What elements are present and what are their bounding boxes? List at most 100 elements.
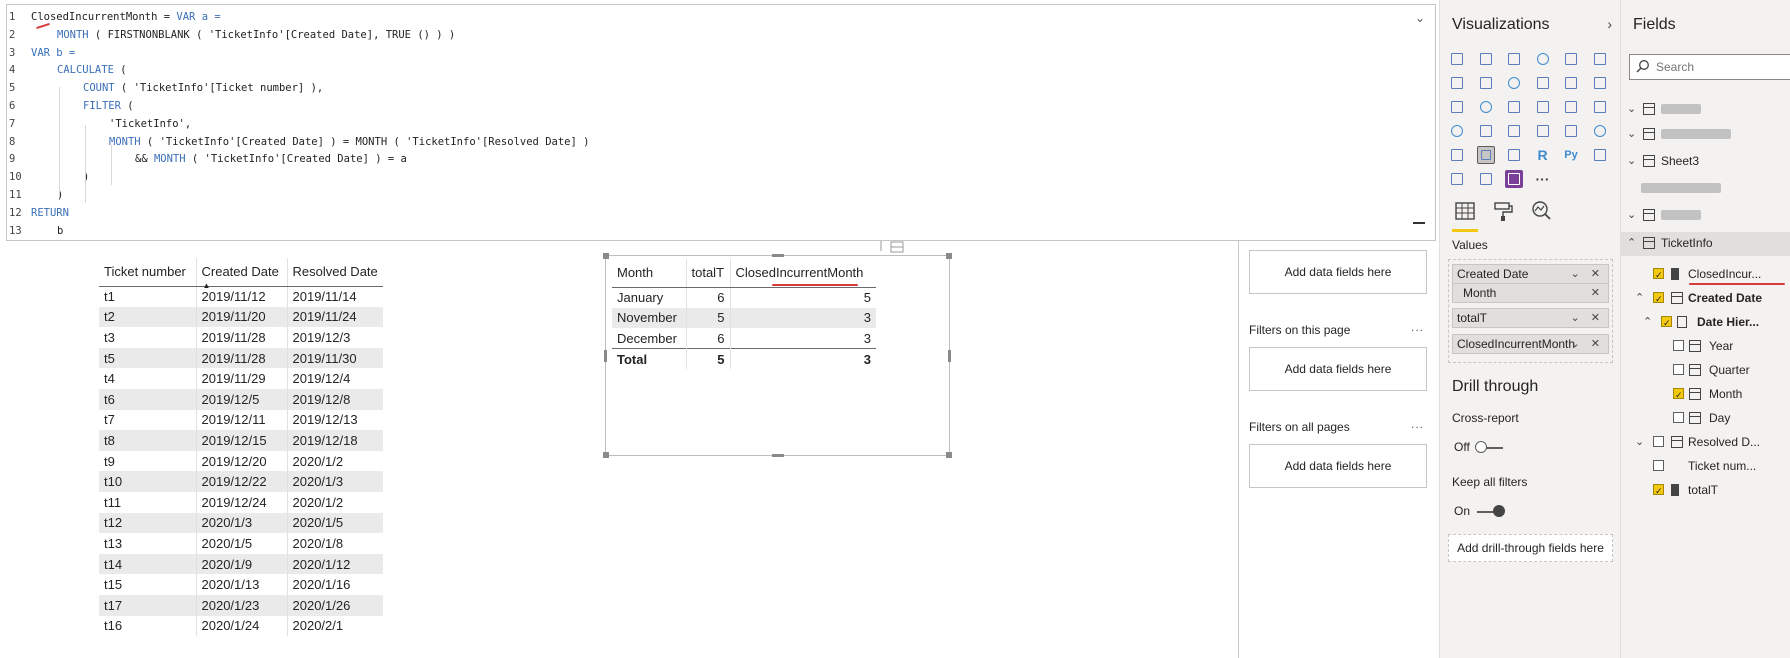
chevron-right-icon[interactable]: › bbox=[1607, 16, 1612, 32]
field-pill-controls[interactable]: ⌄ ✕ bbox=[1571, 335, 1605, 353]
matrix-visual[interactable]: Month totalT ClosedIncurrentMonth Januar… bbox=[603, 253, 952, 458]
ribbon-chart-icon[interactable] bbox=[1591, 74, 1609, 92]
table-row-redacted[interactable]: ⌄ bbox=[1621, 204, 1790, 226]
chevron-down-icon[interactable]: ⌄ bbox=[1627, 150, 1636, 172]
area-chart-icon[interactable] bbox=[1477, 74, 1495, 92]
field-quarter[interactable]: Quarter bbox=[1621, 359, 1790, 381]
code-line[interactable]: FILTER ( bbox=[83, 100, 134, 112]
chevron-down-icon[interactable]: ⌄ bbox=[1413, 11, 1427, 25]
table-row-ticketinfo[interactable]: ⌃ TicketInfo bbox=[1621, 232, 1790, 256]
field-day[interactable]: Day bbox=[1621, 407, 1790, 429]
field-totalt[interactable]: totalT bbox=[1621, 479, 1790, 502]
code-line[interactable]: VAR b = bbox=[31, 47, 75, 59]
keep-all-filters-toggle[interactable] bbox=[1475, 504, 1505, 520]
r-visual-icon[interactable]: R bbox=[1534, 146, 1552, 164]
clustered-column-chart-icon[interactable] bbox=[1534, 50, 1552, 68]
field-year[interactable]: Year bbox=[1621, 335, 1790, 357]
cross-report-toggle[interactable] bbox=[1475, 440, 1505, 456]
slicer-icon[interactable] bbox=[1448, 146, 1466, 164]
100-column-chart-icon[interactable] bbox=[1591, 50, 1609, 68]
matrix-header-totalt[interactable]: totalT bbox=[686, 259, 731, 288]
search-input[interactable] bbox=[1656, 58, 1786, 76]
matrix-row[interactable]: January 6 5 bbox=[612, 287, 876, 308]
code-line[interactable]: CALCULATE ( bbox=[57, 64, 127, 76]
chevron-up-icon[interactable]: ⌃ bbox=[1627, 232, 1636, 254]
matrix-row[interactable]: December 6 3 bbox=[612, 328, 876, 349]
resize-handle-bottom[interactable] bbox=[772, 454, 784, 457]
field-checkbox[interactable] bbox=[1653, 288, 1664, 310]
fields-tab[interactable] bbox=[1452, 198, 1478, 224]
field-checkbox[interactable] bbox=[1653, 460, 1664, 471]
kpi-icon[interactable] bbox=[1591, 122, 1609, 140]
code-line[interactable]: ) bbox=[57, 189, 63, 201]
field-checkbox[interactable] bbox=[1673, 384, 1684, 406]
field-checkbox[interactable] bbox=[1653, 436, 1664, 447]
donut-chart-icon[interactable] bbox=[1562, 98, 1580, 116]
field-ticket-number[interactable]: Ticket num... bbox=[1621, 455, 1790, 477]
resize-handle-tr[interactable] bbox=[946, 253, 952, 259]
visual-filters-drop-zone[interactable]: Add data fields here bbox=[1249, 250, 1427, 294]
100-bar-chart-icon[interactable] bbox=[1562, 50, 1580, 68]
table-row-redacted[interactable]: ⌄ bbox=[1621, 123, 1790, 145]
resize-handle-top[interactable] bbox=[772, 254, 784, 257]
remove-field-icon[interactable]: ✕ bbox=[1591, 284, 1604, 302]
code-line[interactable]: ) bbox=[83, 171, 89, 183]
table-icon[interactable] bbox=[1476, 146, 1495, 164]
field-pill-controls[interactable]: ⌄ ✕ bbox=[1571, 309, 1605, 327]
matrix-row[interactable]: November 5 3 bbox=[612, 307, 876, 329]
code-line[interactable]: b bbox=[57, 225, 63, 237]
field-pill-controls[interactable]: ⌄ ✕ bbox=[1571, 265, 1605, 283]
resize-handle-bl[interactable] bbox=[603, 452, 609, 458]
code-line[interactable]: COUNT ( 'TicketInfo'[Ticket number] ), bbox=[83, 82, 323, 94]
field-checkbox[interactable] bbox=[1653, 480, 1664, 502]
value-field-totalt[interactable]: totalT ⌄ ✕ bbox=[1452, 308, 1609, 328]
key-influencers-icon[interactable] bbox=[1591, 146, 1609, 164]
table-row-redacted[interactable] bbox=[1621, 177, 1790, 199]
line-clustered-column-chart-icon[interactable] bbox=[1562, 74, 1580, 92]
resize-handle-tl[interactable] bbox=[603, 253, 609, 259]
column-header-resolved-date[interactable]: Resolved Date bbox=[287, 258, 383, 287]
chevron-up-icon[interactable]: ⌃ bbox=[1635, 287, 1644, 309]
report-filters-drop-zone[interactable]: Add data fields here bbox=[1249, 444, 1427, 488]
field-resolved-date[interactable]: ⌄ Resolved D... bbox=[1621, 431, 1790, 453]
clustered-bar-chart-icon[interactable] bbox=[1505, 50, 1523, 68]
code-line[interactable]: 'TicketInfo', bbox=[109, 118, 191, 130]
resize-handle-right[interactable] bbox=[948, 350, 951, 362]
code-line[interactable]: MONTH ( 'TicketInfo'[Created Date] ) = M… bbox=[109, 136, 589, 148]
more-visuals-icon[interactable]: ··· bbox=[1534, 170, 1552, 188]
more-options-icon[interactable]: ... bbox=[1411, 417, 1424, 431]
python-visual-icon[interactable]: Py bbox=[1562, 146, 1580, 164]
line-column-chart-icon[interactable] bbox=[1534, 74, 1552, 92]
field-checkbox[interactable] bbox=[1653, 264, 1664, 286]
code-line[interactable]: MONTH ( FIRSTNONBLANK ( 'TicketInfo'[Cre… bbox=[57, 29, 455, 41]
card-icon[interactable] bbox=[1534, 122, 1552, 140]
chevron-up-icon[interactable]: ⌃ bbox=[1643, 311, 1652, 333]
page-filters-drop-zone[interactable]: Add data fields here bbox=[1249, 347, 1427, 391]
dax-formula-editor[interactable]: 1 ClosedIncurrentMonth = VAR a = 2 MONTH ( … bbox=[6, 4, 1436, 241]
column-header-created-date[interactable]: Created Date ▲ bbox=[196, 258, 288, 290]
scatter-chart-icon[interactable] bbox=[1505, 98, 1523, 116]
gauge-icon[interactable] bbox=[1505, 122, 1523, 140]
value-field-closed-in-current-month[interactable]: ClosedIncurrentMonth ⌄ ✕ bbox=[1452, 334, 1609, 354]
matrix-header-closed[interactable]: ClosedIncurrentMonth bbox=[730, 259, 876, 288]
column-header-ticket-number[interactable]: Ticket number bbox=[99, 258, 197, 287]
matrix-header-month[interactable]: Month bbox=[612, 259, 687, 288]
pie-chart-icon[interactable] bbox=[1534, 98, 1552, 116]
globe-map-icon[interactable] bbox=[1477, 170, 1495, 188]
analytics-tab[interactable] bbox=[1528, 198, 1554, 224]
chevron-down-icon[interactable]: ⌄ bbox=[1635, 431, 1644, 453]
code-line[interactable]: ClosedIncurrentMonth = VAR a = bbox=[31, 11, 221, 23]
chevron-down-icon[interactable]: ⌄ bbox=[1627, 204, 1636, 226]
funnel-chart-icon[interactable] bbox=[1477, 98, 1495, 116]
field-date-hierarchy[interactable]: ⌃ Date Hier... bbox=[1621, 311, 1790, 334]
map-icon[interactable] bbox=[1448, 122, 1466, 140]
powerapps-visual-icon[interactable] bbox=[1505, 170, 1523, 188]
stacked-column-chart-icon[interactable] bbox=[1477, 50, 1495, 68]
value-field-month[interactable]: Month ✕ bbox=[1452, 283, 1609, 303]
field-closed-in-current-month[interactable]: ClosedIncur... bbox=[1621, 263, 1790, 286]
chevron-down-icon[interactable]: ⌄ bbox=[1627, 98, 1636, 120]
treemap-icon[interactable] bbox=[1591, 98, 1609, 116]
resize-handle-br[interactable] bbox=[946, 452, 952, 458]
filled-map-icon[interactable] bbox=[1477, 122, 1495, 140]
code-line[interactable]: RETURN bbox=[31, 207, 69, 219]
